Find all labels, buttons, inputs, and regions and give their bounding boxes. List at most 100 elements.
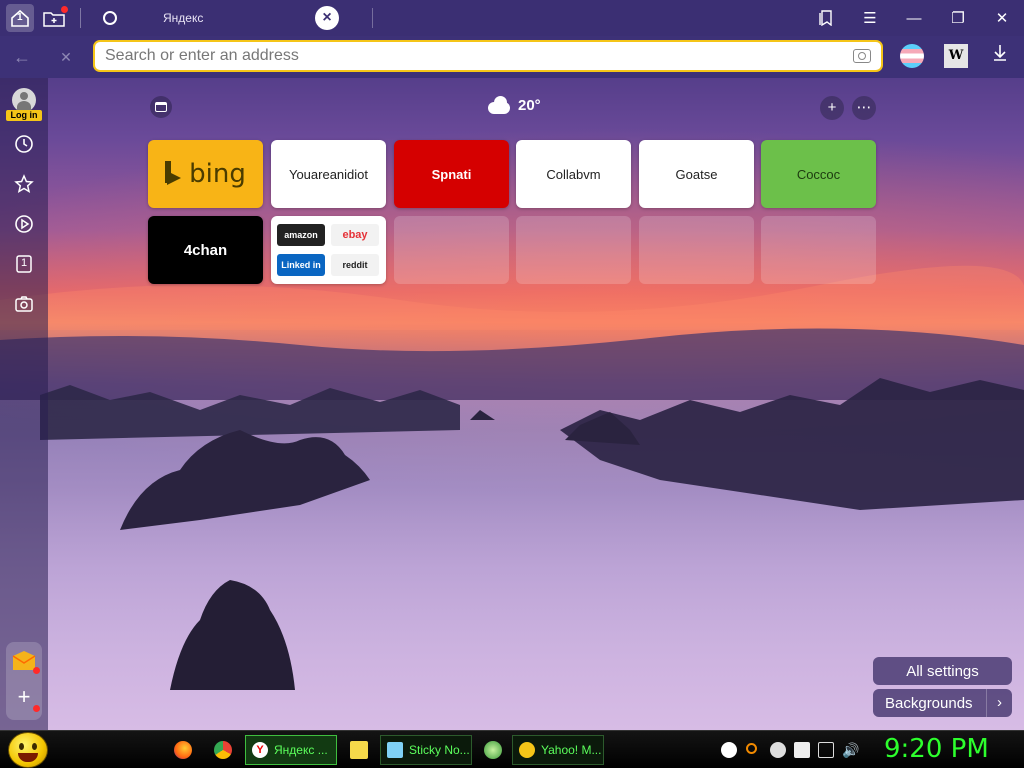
taskbar-clock[interactable]: 9:20 PM: [884, 734, 989, 764]
tile-collabvm[interactable]: Collabvm: [516, 140, 631, 208]
tile-label: 4chan: [183, 241, 228, 259]
tile-empty[interactable]: [761, 216, 876, 284]
bookmark-icon: [819, 10, 832, 26]
task-yandex[interactable]: Y Яндекс ...: [245, 735, 337, 765]
sidebar-apps-panel: +: [6, 642, 42, 720]
weather-widget[interactable]: 20°: [486, 96, 541, 114]
mini-tile-linkedin[interactable]: Linked in: [277, 254, 325, 276]
tile-goatse[interactable]: Goatse: [639, 140, 754, 208]
new-tab-group-button[interactable]: [40, 4, 68, 32]
minimize-button[interactable]: —: [892, 0, 936, 36]
notification-dot: [61, 6, 68, 13]
bing-b-icon: [165, 161, 183, 187]
gallery-button[interactable]: [150, 96, 172, 118]
folder-icon[interactable]: [350, 741, 368, 759]
download-button[interactable]: [988, 44, 1012, 68]
camera-search-icon[interactable]: [853, 49, 871, 63]
address-bar[interactable]: [93, 40, 883, 72]
tile-youareanidiot[interactable]: Youareanidiot: [271, 140, 386, 208]
tile-empty[interactable]: [639, 216, 754, 284]
mini-tile-ebay[interactable]: ebay: [331, 224, 379, 246]
media-button[interactable]: [12, 212, 36, 236]
window-icon: [155, 102, 167, 112]
tabs-overview-button[interactable]: 1: [6, 4, 34, 32]
bing-logo: bing: [165, 159, 246, 189]
back-button[interactable]: ←: [0, 37, 44, 77]
title-bar: 1 Яндекс × ☰ — ❐ ✕: [0, 0, 1024, 36]
mail-app-button[interactable]: [12, 650, 40, 674]
tray-search-icon[interactable]: [746, 743, 757, 754]
window-controls: ☰ — ❐ ✕: [804, 0, 1024, 36]
tab-divider: [372, 8, 373, 28]
yandex-tab-icon: [103, 11, 117, 25]
play-icon: [15, 215, 33, 233]
camera-icon: [15, 296, 33, 312]
start-button[interactable]: [8, 732, 48, 768]
backgrounds-label: Backgrounds: [885, 694, 973, 712]
tile-label: Coccoc: [796, 166, 841, 182]
tabs-count: 1: [21, 257, 28, 269]
chevron-right-icon[interactable]: ›: [986, 689, 1012, 717]
search-input[interactable]: [105, 47, 805, 65]
tile-spnati[interactable]: Spnati: [394, 140, 509, 208]
close-window-button[interactable]: ✕: [980, 0, 1024, 36]
task-sticky-notes[interactable]: Sticky No...: [380, 735, 472, 765]
address-bar-row: ← ✕ W: [0, 36, 1024, 78]
mail-notification-dot: [33, 667, 40, 674]
clock-icon: [15, 135, 33, 153]
close-tab-button[interactable]: ×: [315, 6, 339, 30]
task-yahoo-messenger[interactable]: Yahoo! M...: [512, 735, 604, 765]
restore-button[interactable]: ❐: [936, 0, 980, 36]
tile-empty[interactable]: [516, 216, 631, 284]
extension-wt-icon[interactable]: W: [944, 44, 968, 68]
tabs-button[interactable]: 1: [12, 252, 36, 276]
chrome-icon[interactable]: [214, 741, 232, 759]
tile-4chan[interactable]: 4chan: [148, 216, 263, 284]
sticky-notes-icon: [387, 742, 403, 758]
add-notification-dot: [33, 705, 40, 712]
history-button[interactable]: [12, 132, 36, 156]
firefox-icon[interactable]: [174, 741, 192, 759]
mini-tile-amazon[interactable]: amazon: [277, 224, 325, 246]
tile-label: Spnati: [431, 166, 472, 182]
titlebar-divider: [80, 8, 81, 28]
tile-empty[interactable]: [394, 216, 509, 284]
add-tile-button[interactable]: +: [820, 96, 844, 120]
bookmarks-collections-button[interactable]: [804, 0, 848, 36]
tray-network-icon[interactable]: [818, 742, 834, 758]
task-label: Яндекс ...: [274, 743, 328, 757]
add-app-button[interactable]: +: [12, 686, 40, 712]
screenshot-button[interactable]: [12, 292, 36, 316]
tray-flag-icon[interactable]: [794, 742, 810, 758]
mini-tile-reddit[interactable]: reddit: [331, 254, 379, 276]
extension-flag-icon[interactable]: [900, 44, 924, 68]
media-player-icon[interactable]: [484, 741, 502, 759]
tile-bing[interactable]: bing: [148, 140, 263, 208]
yahoo-smiley-icon: [519, 742, 535, 758]
tile-label: Youareanidiot: [288, 166, 369, 182]
backgrounds-button[interactable]: Backgrounds ›: [873, 689, 1012, 717]
task-label: Yahoo! M...: [541, 743, 602, 757]
tray-messenger-icon[interactable]: [770, 742, 786, 758]
bookmarks-button[interactable]: [12, 172, 36, 196]
tray-volume-icon[interactable]: 🔊: [842, 742, 859, 758]
task-label: Sticky No...: [409, 743, 470, 757]
more-options-button[interactable]: ⋯: [852, 96, 876, 120]
browser-tab[interactable]: Яндекс ×: [93, 0, 373, 36]
all-settings-label: All settings: [906, 662, 979, 680]
tile-label: Goatse: [675, 166, 718, 182]
newtab-top-widgets: 20° + ⋯: [0, 94, 1024, 124]
weather-temperature: 20°: [518, 96, 541, 114]
tile-label: bing: [189, 159, 246, 189]
stop-button[interactable]: ✕: [44, 37, 88, 77]
tile-coccoc[interactable]: Coccoc: [761, 140, 876, 208]
yandex-icon: Y: [252, 742, 268, 758]
cloud-rain-icon: [486, 96, 512, 114]
tile-folder[interactable]: amazon ebay Linked in reddit: [271, 216, 386, 284]
tray-yandex-icon[interactable]: [721, 742, 737, 758]
sidebar: Log in 1 +: [0, 78, 48, 730]
star-icon: [14, 174, 34, 194]
download-icon: [994, 45, 1006, 61]
all-settings-button[interactable]: All settings: [873, 657, 1012, 685]
menu-button[interactable]: ☰: [848, 0, 892, 36]
